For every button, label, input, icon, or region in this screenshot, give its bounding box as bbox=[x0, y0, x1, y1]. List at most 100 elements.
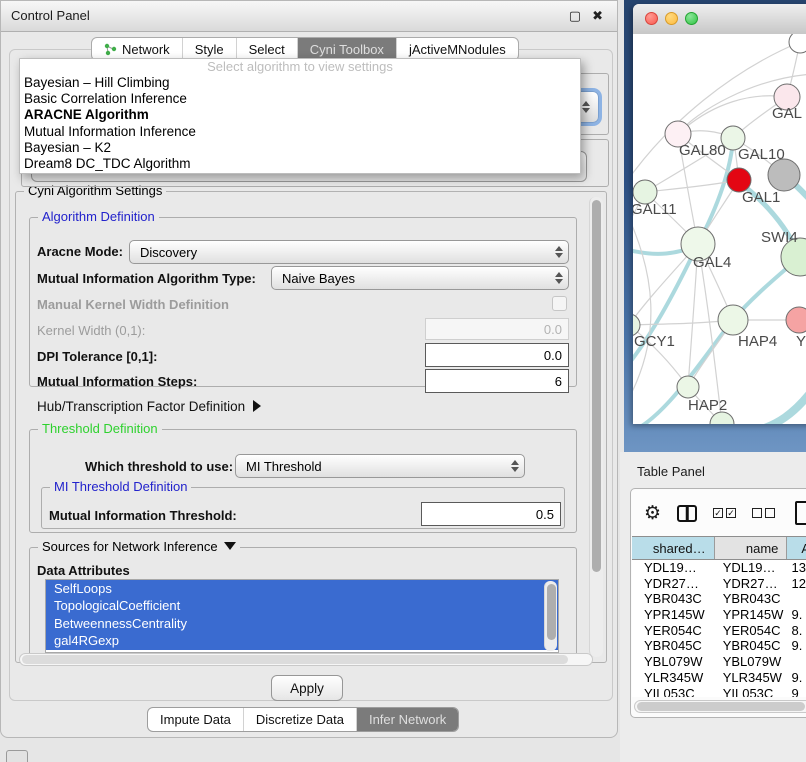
network-canvas[interactable]: GALGAL80GAL10GAL1GAL11SWI4GAL4GCY1HAP4YH… bbox=[633, 34, 806, 424]
control-panel-title: Control Panel bbox=[11, 8, 90, 23]
tab-cyni-toolbox[interactable]: Cyni Toolbox bbox=[298, 38, 397, 60]
table-row[interactable]: YDL19…YDL19…13 bbox=[632, 560, 806, 576]
which-threshold-value: MI Threshold bbox=[246, 459, 506, 474]
node-label: GAL11 bbox=[633, 201, 677, 218]
algorithm-option[interactable]: Mutual Information Inference bbox=[20, 124, 580, 140]
table-panel-region: Table Panel ⚙ ✓✓ shared…nameA YDL19…YDL1… bbox=[620, 452, 806, 762]
node-label: GCY1 bbox=[634, 333, 675, 350]
node-label: Y bbox=[796, 333, 806, 350]
gear-icon[interactable]: ⚙ bbox=[644, 502, 661, 525]
table-row[interactable]: YDR27…YDR27…12 bbox=[632, 576, 806, 592]
mi-algorithm-type-select[interactable]: Naive Bayes bbox=[271, 266, 569, 290]
tab-impute-data[interactable]: Impute Data bbox=[148, 708, 244, 731]
table-cell: YLR345W bbox=[632, 670, 715, 686]
aracne-mode-select[interactable]: Discovery bbox=[129, 240, 569, 264]
attribute-item[interactable]: SelfLoops bbox=[46, 580, 558, 597]
algorithm-option[interactable]: Bayesian – Hill Climbing bbox=[20, 75, 580, 91]
hub-definition-toggle[interactable]: Hub/Transcription Factor Definition bbox=[37, 399, 261, 414]
node-hap4[interactable] bbox=[718, 305, 748, 335]
table-cell: YER054C bbox=[632, 623, 715, 639]
threshold-definition-title: Threshold Definition bbox=[38, 421, 162, 436]
data-attributes-label: Data Attributes bbox=[37, 563, 130, 578]
which-threshold-select[interactable]: MI Threshold bbox=[235, 454, 525, 478]
table-cell: YDR27… bbox=[632, 576, 715, 592]
mi-algorithm-type-value: Naive Bayes bbox=[282, 271, 550, 286]
column-layout-icon[interactable] bbox=[677, 505, 697, 522]
settings-hscrollbar[interactable] bbox=[19, 653, 593, 666]
mi-threshold-group-title: MI Threshold Definition bbox=[50, 479, 191, 494]
tab-network[interactable]: Network bbox=[92, 38, 183, 60]
mi-threshold-field[interactable]: 0.5 bbox=[421, 502, 561, 526]
node-hap2[interactable] bbox=[677, 376, 699, 398]
table-cell: 9. bbox=[788, 670, 806, 686]
which-threshold-label: Which threshold to use: bbox=[85, 459, 233, 474]
mac-minimize-icon[interactable] bbox=[665, 12, 678, 25]
table-row[interactable]: YBR043CYBR043C bbox=[632, 591, 806, 607]
column-header-shared[interactable]: shared… bbox=[632, 537, 715, 559]
table-cell: YLR345W bbox=[715, 670, 788, 686]
settings-scrollbar[interactable] bbox=[589, 197, 603, 657]
tab-label: Infer Network bbox=[369, 712, 446, 727]
select-all-columns-icon[interactable]: ✓✓ bbox=[713, 508, 736, 518]
table-cell: YBL079W bbox=[632, 654, 715, 670]
sources-group-title[interactable]: Sources for Network Inference bbox=[38, 539, 240, 554]
mi-algorithm-type-label: Mutual Information Algorithm Type: bbox=[37, 271, 256, 286]
algorithm-option[interactable]: ARACNE Algorithm bbox=[20, 107, 580, 123]
export-table-icon[interactable] bbox=[795, 501, 806, 525]
algorithm-option[interactable]: Dream8 DC_TDC Algorithm bbox=[20, 156, 580, 172]
table-panel-title: Table Panel bbox=[637, 464, 705, 479]
attribute-item[interactable]: gal4RGexp bbox=[46, 632, 558, 649]
mac-close-icon[interactable] bbox=[645, 12, 658, 25]
mi-steps-field[interactable]: 6 bbox=[425, 369, 569, 393]
node-label: HAP2 bbox=[688, 397, 727, 414]
mac-zoom-icon[interactable] bbox=[685, 12, 698, 25]
minimized-panel-chip[interactable] bbox=[6, 750, 28, 762]
algorithm-option[interactable]: Basic Correlation Inference bbox=[20, 91, 580, 107]
table-cell: YDR27… bbox=[715, 576, 788, 592]
table-row[interactable]: YIL053CYIL053C9 bbox=[632, 686, 806, 698]
close-window-icon[interactable]: ✖ bbox=[592, 8, 603, 24]
tab-style[interactable]: Style bbox=[183, 38, 237, 60]
table-cell: 9. bbox=[788, 638, 806, 654]
attributes-list-scrollbar[interactable] bbox=[544, 581, 557, 651]
float-window-icon[interactable]: ▢ bbox=[569, 8, 581, 24]
deselect-all-columns-icon[interactable] bbox=[752, 508, 775, 518]
table-row[interactable]: YPR145WYPR145W9. bbox=[632, 607, 806, 623]
table-cell: YER054C bbox=[715, 623, 788, 639]
sources-title-text: Sources for Network Inference bbox=[42, 539, 218, 554]
dpi-tolerance-field[interactable]: 0.0 bbox=[425, 343, 569, 367]
apply-button[interactable]: Apply bbox=[271, 675, 343, 701]
tab-label: Select bbox=[249, 42, 285, 57]
node[interactable] bbox=[768, 159, 800, 191]
attribute-item[interactable]: TopologicalCoefficient bbox=[46, 597, 558, 614]
hub-definition-label: Hub/Transcription Factor Definition bbox=[37, 399, 245, 414]
table-cell: YBR043C bbox=[632, 591, 715, 607]
kernel-width-field: 0.0 bbox=[425, 318, 569, 340]
node-table[interactable]: shared…nameA YDL19…YDL19…13YDR27…YDR27…1… bbox=[632, 536, 806, 697]
table-body: YDL19…YDL19…13YDR27…YDR27…12YBR043CYBR04… bbox=[632, 560, 806, 697]
network-view-window: GALGAL80GAL10GAL1GAL11SWI4GAL4GCY1HAP4YH… bbox=[633, 4, 806, 424]
tab-jactivemnodules[interactable]: jActiveMNodules bbox=[397, 38, 518, 60]
table-hscrollbar[interactable] bbox=[634, 700, 806, 713]
tab-label: Cyni Toolbox bbox=[310, 42, 384, 57]
node[interactable] bbox=[789, 34, 806, 53]
tab-label: Style bbox=[195, 42, 224, 57]
node-y[interactable] bbox=[786, 307, 806, 333]
manual-kernel-width-checkbox[interactable] bbox=[552, 296, 567, 311]
data-attributes-list[interactable]: SelfLoopsTopologicalCoefficientBetweenne… bbox=[45, 579, 559, 653]
table-cell bbox=[788, 591, 806, 607]
tab-discretize-data[interactable]: Discretize Data bbox=[244, 708, 357, 731]
tab-infer-network[interactable]: Infer Network bbox=[357, 708, 458, 731]
algorithm-option[interactable]: Bayesian – K2 bbox=[20, 140, 580, 156]
table-row[interactable]: YBL079WYBL079W bbox=[632, 654, 806, 670]
tab-select[interactable]: Select bbox=[237, 38, 298, 60]
table-row[interactable]: YER054CYER054C8. bbox=[632, 623, 806, 639]
network-icon bbox=[104, 43, 117, 56]
attribute-item[interactable]: BetweennessCentrality bbox=[46, 615, 558, 632]
tab-label: Network bbox=[122, 42, 170, 57]
column-header-name[interactable]: name bbox=[715, 537, 788, 559]
table-cell: YIL053C bbox=[632, 686, 715, 698]
table-row[interactable]: YLR345WYLR345W9. bbox=[632, 670, 806, 686]
table-row[interactable]: YBR045CYBR045C9. bbox=[632, 638, 806, 654]
column-header-a[interactable]: A bbox=[787, 537, 806, 559]
